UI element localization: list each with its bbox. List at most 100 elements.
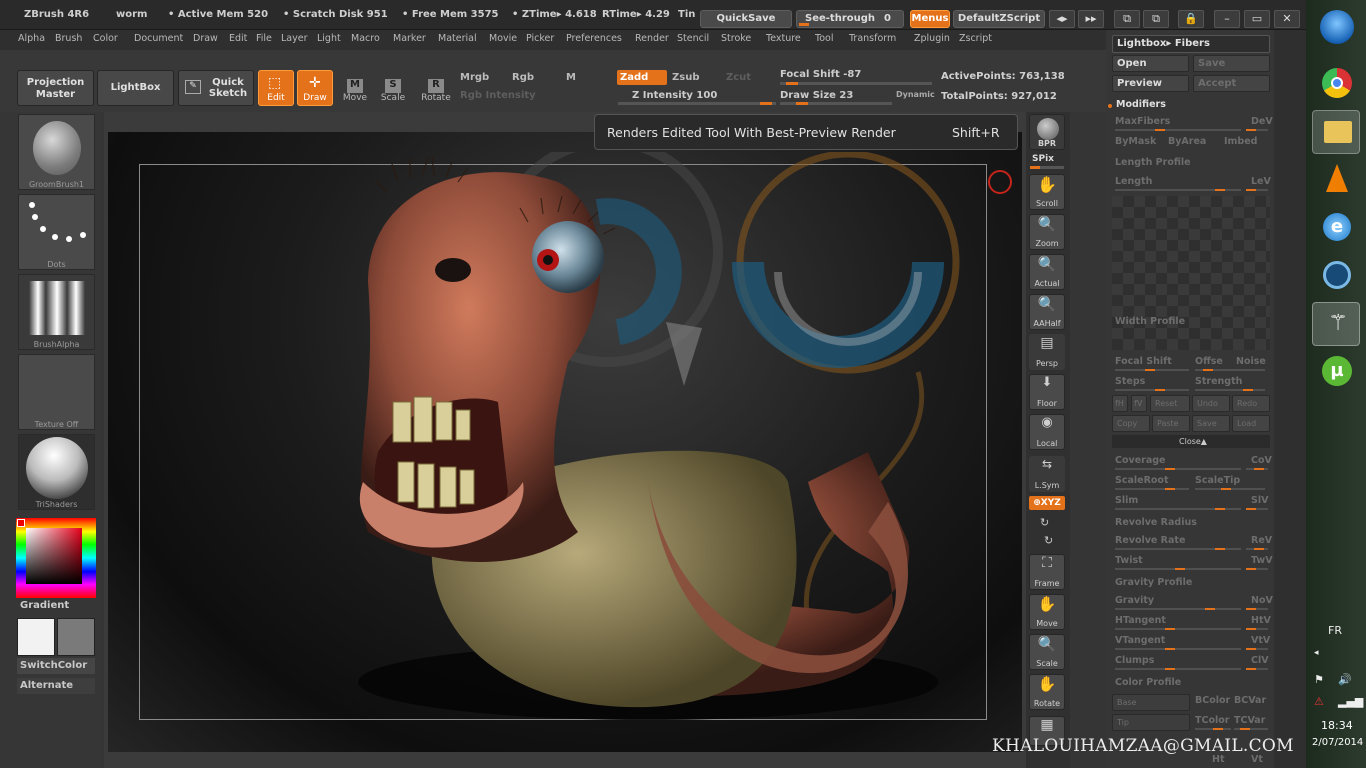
quicksave-button[interactable]: QuickSave [700,10,792,28]
menu-brush[interactable]: Brush [55,33,82,44]
focal-shift-track[interactable] [780,82,932,85]
start-button[interactable] [1312,6,1360,50]
menu-material[interactable]: Material [438,33,477,44]
focal-shift-slider[interactable]: Focal Shift -87 [780,69,861,80]
copy-button[interactable]: Copy [1112,415,1150,432]
revolve-rate-slider[interactable]: Revolve Rate [1115,535,1185,546]
open-button[interactable]: Open [1112,55,1189,72]
layout-icon[interactable]: ⧉ [1114,10,1140,28]
network-taskbar-button[interactable] [1312,254,1360,298]
minimize-icon[interactable]: – [1214,10,1240,28]
default-zscript-button[interactable]: DefaultZScript [953,10,1045,28]
draw-size-slider[interactable]: Draw Size 23 [780,90,853,101]
scaleroot-slider[interactable]: ScaleRoot [1115,475,1169,486]
viewport[interactable] [108,132,1022,752]
slim-slider[interactable]: Slim [1115,495,1138,506]
dev-button[interactable]: DeV [1251,116,1273,127]
explorer-taskbar-button[interactable] [1312,110,1360,154]
document-canvas[interactable]: Renders Edited Tool With Best-Preview Re… [104,112,1026,768]
draw-size-track[interactable] [780,102,892,105]
preview-button[interactable]: Preview [1112,75,1189,92]
rev-button[interactable]: ReV [1251,535,1272,546]
gravity-profile-header[interactable]: Gravity Profile [1115,577,1192,588]
zadd-button[interactable]: Zadd [617,70,667,85]
imbed-slider[interactable]: Imbed [1224,136,1257,147]
menu-light[interactable]: Light [317,33,341,44]
menu-document[interactable]: Document [134,33,183,44]
alert-icon[interactable]: ⚠ [1314,695,1324,708]
menu-preferences[interactable]: Preferences [566,33,622,44]
maxfibers-slider[interactable]: MaxFibers [1115,116,1170,127]
secondary-color-box[interactable] [57,618,95,656]
scaletip-slider[interactable]: ScaleTip [1195,475,1240,486]
xyz-button[interactable]: ⊕XYZ [1029,496,1065,510]
alpha-selector[interactable]: BrushAlpha [18,274,95,350]
color-square[interactable] [26,528,82,584]
profile-save-button[interactable]: Save [1192,415,1230,432]
zoom-button[interactable]: 🔍 Zoom [1029,214,1065,250]
menus-button[interactable]: Menus [910,10,950,28]
move-button[interactable]: M Move [338,72,372,106]
scroll-left-icon[interactable]: ◂▸ [1049,10,1075,28]
language-indicator[interactable]: FR [1328,624,1342,637]
menu-transform[interactable]: Transform [849,33,896,44]
menu-zplugin[interactable]: Zplugin [914,33,950,44]
z-intensity-slider[interactable]: Z Intensity 100 [632,90,717,101]
maximize-icon[interactable]: ▭ [1244,10,1270,28]
rotate-button[interactable]: R Rotate [418,72,454,106]
clv-button[interactable]: ClV [1251,655,1269,666]
vlc-taskbar-button[interactable] [1312,158,1360,202]
mrgb-button[interactable]: Mrgb [460,72,489,83]
menu-stencil[interactable]: Stencil [677,33,709,44]
flip-h-button[interactable]: fH [1112,395,1128,412]
frame-button[interactable]: ⛶ Frame [1029,554,1065,590]
menu-alpha[interactable]: Alpha [18,33,45,44]
volume-icon[interactable]: 🔊 [1338,673,1352,686]
tip-color-swatch[interactable]: Tip [1112,714,1190,731]
length-slider[interactable]: Length [1115,176,1152,187]
bpr-button[interactable]: BPR [1029,114,1065,150]
move-view-button[interactable]: ✋ Move [1029,594,1065,630]
twv-button[interactable]: TwV [1251,555,1273,566]
quick-sketch-button[interactable]: ✎ Quick Sketch [178,70,254,106]
modifiers-header[interactable]: Modifiers [1116,99,1166,110]
color-profile-header[interactable]: Color Profile [1115,677,1181,688]
bcolor-button[interactable]: BColor [1195,695,1230,706]
strength-slider[interactable]: Strength [1195,376,1242,387]
layout-alt-icon[interactable]: ⧉ [1143,10,1169,28]
stroke-selector[interactable]: Dots [18,194,95,270]
menu-color[interactable]: Color [93,33,118,44]
rgb-intensity-slider[interactable]: Rgb Intensity [460,90,536,101]
show-hidden-icons[interactable]: ◂ [1314,648,1319,658]
network-signal-icon[interactable]: ▂▄▆ [1338,695,1363,708]
rotate-y-icon[interactable]: ↻ [1040,516,1049,529]
vtangent-slider[interactable]: VTangent [1115,635,1165,646]
menu-stroke[interactable]: Stroke [721,33,751,44]
menu-draw[interactable]: Draw [193,33,218,44]
draw-button[interactable]: ✛ Draw [297,70,333,106]
menu-movie[interactable]: Movie [489,33,517,44]
palette-scrollbar[interactable] [1274,30,1306,768]
nov-button[interactable]: NoV [1251,595,1273,606]
chrome-taskbar-button[interactable] [1312,62,1360,106]
aahalf-button[interactable]: 🔍 AAHalf [1029,294,1065,330]
main-color-box[interactable] [17,618,55,656]
byarea-toggle[interactable]: ByArea [1168,136,1206,147]
brush-selector[interactable]: GroomBrush1 [18,114,95,190]
edit-button[interactable]: ⬚ Edit [258,70,294,106]
texture-selector[interactable]: Texture Off [18,354,95,430]
close-profile-button[interactable]: Close▲ [1112,435,1270,448]
vtv-button[interactable]: VtV [1251,635,1270,646]
material-selector[interactable]: TriShaders [18,434,95,510]
cov-button[interactable]: CoV [1251,455,1272,466]
twist-slider[interactable]: Twist [1115,555,1143,566]
redo-button[interactable]: Redo [1232,395,1270,412]
utorrent-taskbar-button[interactable]: µ [1312,350,1360,394]
load-button[interactable]: Load [1232,415,1270,432]
menu-zscript[interactable]: Zscript [959,33,992,44]
gradient-toggle[interactable]: Gradient [20,600,69,611]
dynamic-toggle[interactable]: Dynamic [896,90,935,99]
clumps-slider[interactable]: Clumps [1115,655,1154,666]
coverage-slider[interactable]: Coverage [1115,455,1165,466]
switch-color-button[interactable]: SwitchColor [17,658,95,674]
